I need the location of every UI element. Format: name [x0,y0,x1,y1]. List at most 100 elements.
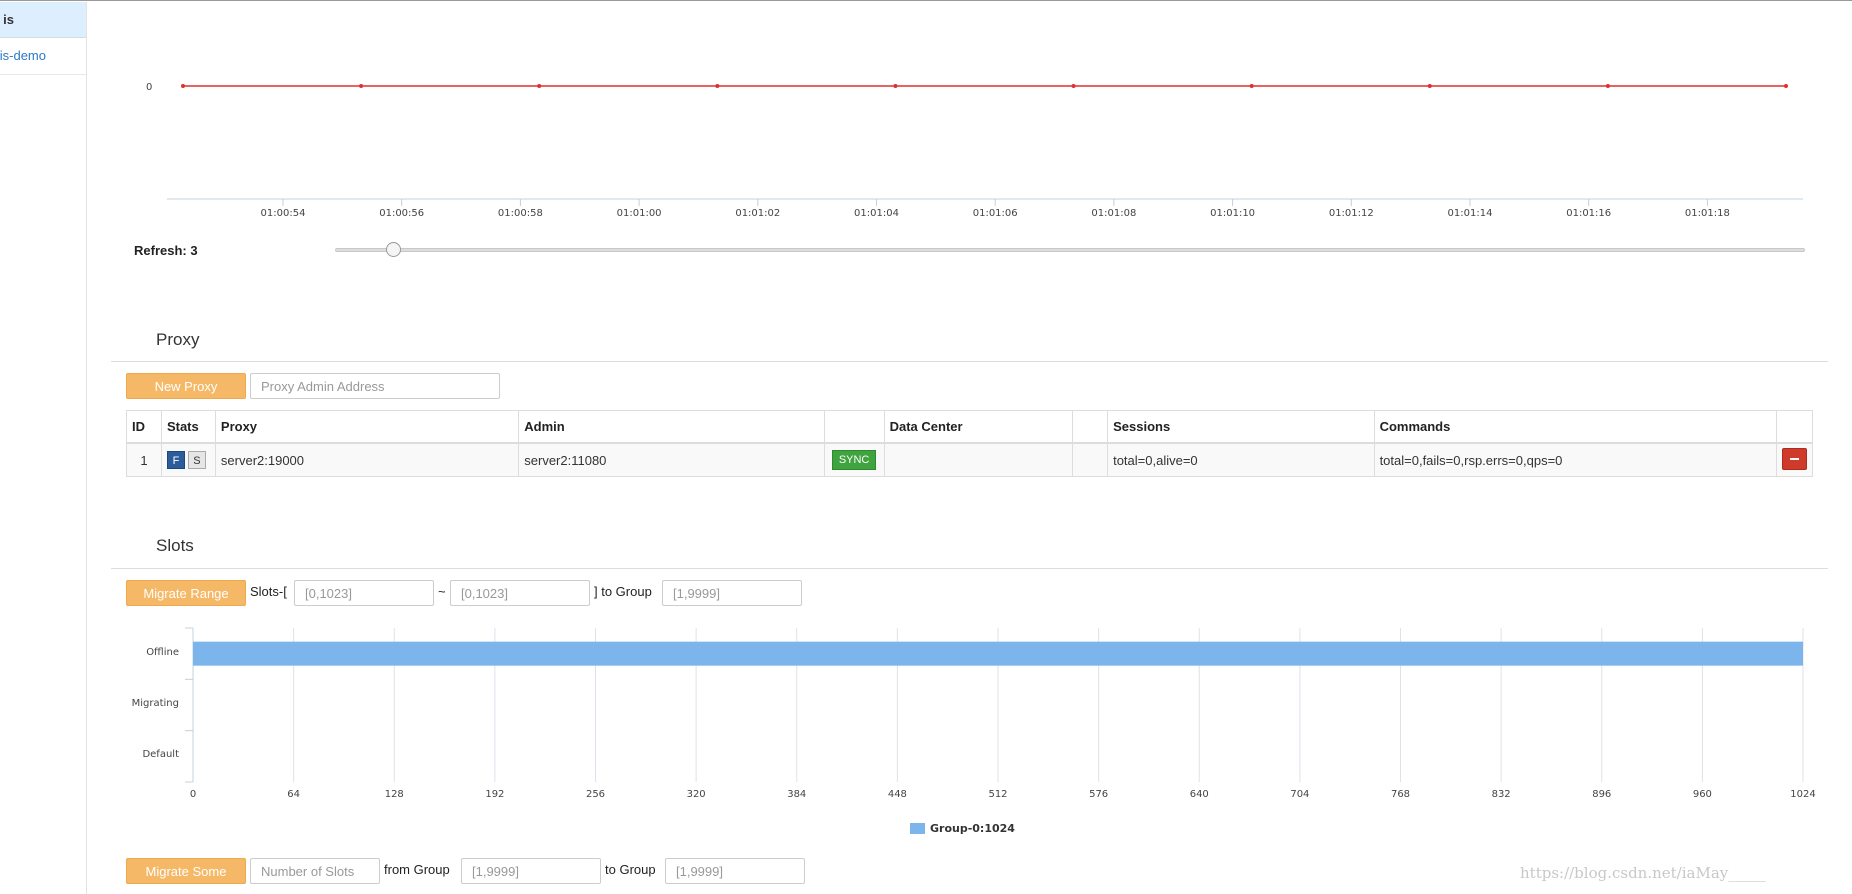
proxy-blank-cell [1072,442,1109,477]
col-proxy: Proxy [214,410,520,444]
col-id: ID [126,410,162,444]
ops-chart-point [893,84,898,88]
watermark: https://blog.csdn.net/iaMay_____ [1520,864,1766,882]
range-from-input[interactable] [294,580,434,606]
table-row: 1 FS server2:19000 server2:11080 SYNC to… [126,442,1813,477]
slots-chart-x-tick-label: 512 [988,789,1008,800]
legend-swatch[interactable] [910,823,925,834]
slots-chart-category-label: Offline [146,646,179,658]
proxy-table: ID Stats Proxy Admin Data Center Session… [126,410,1813,477]
ops-chart-point [181,84,185,88]
new-proxy-button[interactable]: New Proxy [126,373,246,399]
slots-chart-category-label: Migrating [131,698,179,709]
slots-divider [111,568,1828,569]
ops-chart-x-tick-label: 01:01:18 [1684,208,1730,219]
ops-chart-x-tick-label: 01:00:54 [260,208,306,219]
col-sessions: Sessions [1107,410,1375,444]
slots-chart-x-tick-label: 1024 [1790,789,1816,800]
proxy-action-cell [1776,442,1813,477]
ops-chart-x-tick-label: 01:01:16 [1566,208,1612,219]
slots-prefix-label: Slots-[ [250,584,287,599]
slots-chart-x-tick-label: 576 [1089,789,1109,800]
slots-chart-x-tick-label: 128 [384,789,404,800]
ops-chart-x-tick-label: 01:01:14 [1447,208,1493,219]
to-group-input[interactable] [665,858,805,884]
stats-f-button[interactable]: F [166,451,185,469]
slots-chart-category-label: Default [142,749,179,761]
slots-chart-x-tick-label: 960 [1692,789,1712,800]
slots-chart-x-tick-label: 896 [1592,789,1612,800]
slots-section-title: Slots [156,536,194,555]
ops-chart-x-tick-label: 01:01:04 [854,208,899,219]
sync-button[interactable]: SYNC [831,450,877,470]
ops-chart-point [1071,84,1076,88]
slots-chart-x-tick-label: 256 [585,789,606,800]
ops-chart [167,84,1803,206]
slots-chart [185,627,1804,783]
col-blank [1072,410,1109,444]
proxy-sessions: total=0,alive=0 [1107,442,1375,477]
to-group-label: ] to Group [594,584,652,599]
remove-proxy-button[interactable] [1782,447,1807,470]
ops-chart-x-tick-label: 01:00:58 [497,208,543,219]
ops-chart-x-tick-label: 01:01:08 [1091,208,1137,219]
ops-chart-point [1249,84,1254,88]
slots-chart-x-tick-label: 832 [1491,789,1511,800]
ops-chart-x-tick-label: 01:01:06 [972,208,1018,219]
proxy-section-title: Proxy [156,330,200,349]
col-action [1776,410,1813,444]
proxy-id: 1 [126,442,162,477]
proxy-admin-address-input[interactable] [250,373,500,399]
proxy-commands: total=0,fails=0,rsp.errs=0,qps=0 [1373,442,1778,477]
ops-chart-x-tick-label: 01:01:12 [1328,208,1374,219]
col-stats: Stats [160,410,216,444]
slots-chart-x-tick-label: 0 [189,789,197,800]
from-group-label: from Group [384,862,450,877]
col-commands: Commands [1373,410,1778,444]
proxy-address[interactable]: server2:19000 [214,442,520,477]
slots-bar-offline [193,641,1803,666]
slots-chart-x-tick-label: 448 [887,789,907,800]
col-data-center: Data Center [883,410,1074,444]
to-group-label-2: to Group [605,862,656,877]
refresh-slider-handle[interactable] [386,242,401,257]
ops-chart-point [359,84,364,88]
col-admin: Admin [518,410,825,444]
ops-chart-point [537,84,542,88]
number-of-slots-input[interactable] [250,858,380,884]
slots-chart-x-tick-label: 64 [287,789,300,800]
ops-chart-x-tick-label: 01:01:00 [616,208,662,219]
refresh-slider-track[interactable] [335,248,1805,252]
proxy-table-header: ID Stats Proxy Admin Data Center Session… [126,410,1813,444]
ops-chart-x-tick-label: 01:01:02 [735,208,781,219]
proxy-divider [111,361,1828,362]
slots-chart-bars [193,641,1803,666]
proxy-stats-cell: FS [160,442,216,477]
target-group-input[interactable] [662,580,802,606]
legend-label[interactable]: Group-0:1024 [930,822,1015,835]
proxy-data-center [883,442,1074,477]
slots-chart-x-tick-label: 768 [1390,789,1411,800]
migrate-some-button[interactable]: Migrate Some [126,858,246,884]
slots-chart-x-tick-label: 640 [1189,789,1209,800]
range-to-input[interactable] [450,580,590,606]
refresh-label: Refresh: 3 [134,243,198,258]
slots-chart-x-tick-label: 320 [686,789,706,800]
col-sync [823,410,885,444]
ops-chart-series [181,84,1788,88]
slots-chart-x-tick-label: 384 [787,789,807,800]
proxy-admin[interactable]: server2:11080 [518,442,825,477]
slots-chart-category-ticks [185,627,193,783]
ops-chart-point [1784,84,1788,88]
slots-chart-x-tick-label: 192 [485,789,505,800]
migrate-range-button[interactable]: Migrate Range [126,580,246,606]
ops-chart-point [715,84,720,88]
ops-chart-point [1605,84,1610,88]
stats-s-button[interactable]: S [187,451,206,469]
ops-chart-tick-marks [282,199,1708,206]
ops-chart-x-tick-label: 01:00:56 [379,208,425,219]
from-group-input[interactable] [461,858,601,884]
slots-chart-x-tick-label: 704 [1290,789,1310,800]
range-tilde: ~ [438,584,446,599]
ops-chart-point [1427,84,1432,88]
